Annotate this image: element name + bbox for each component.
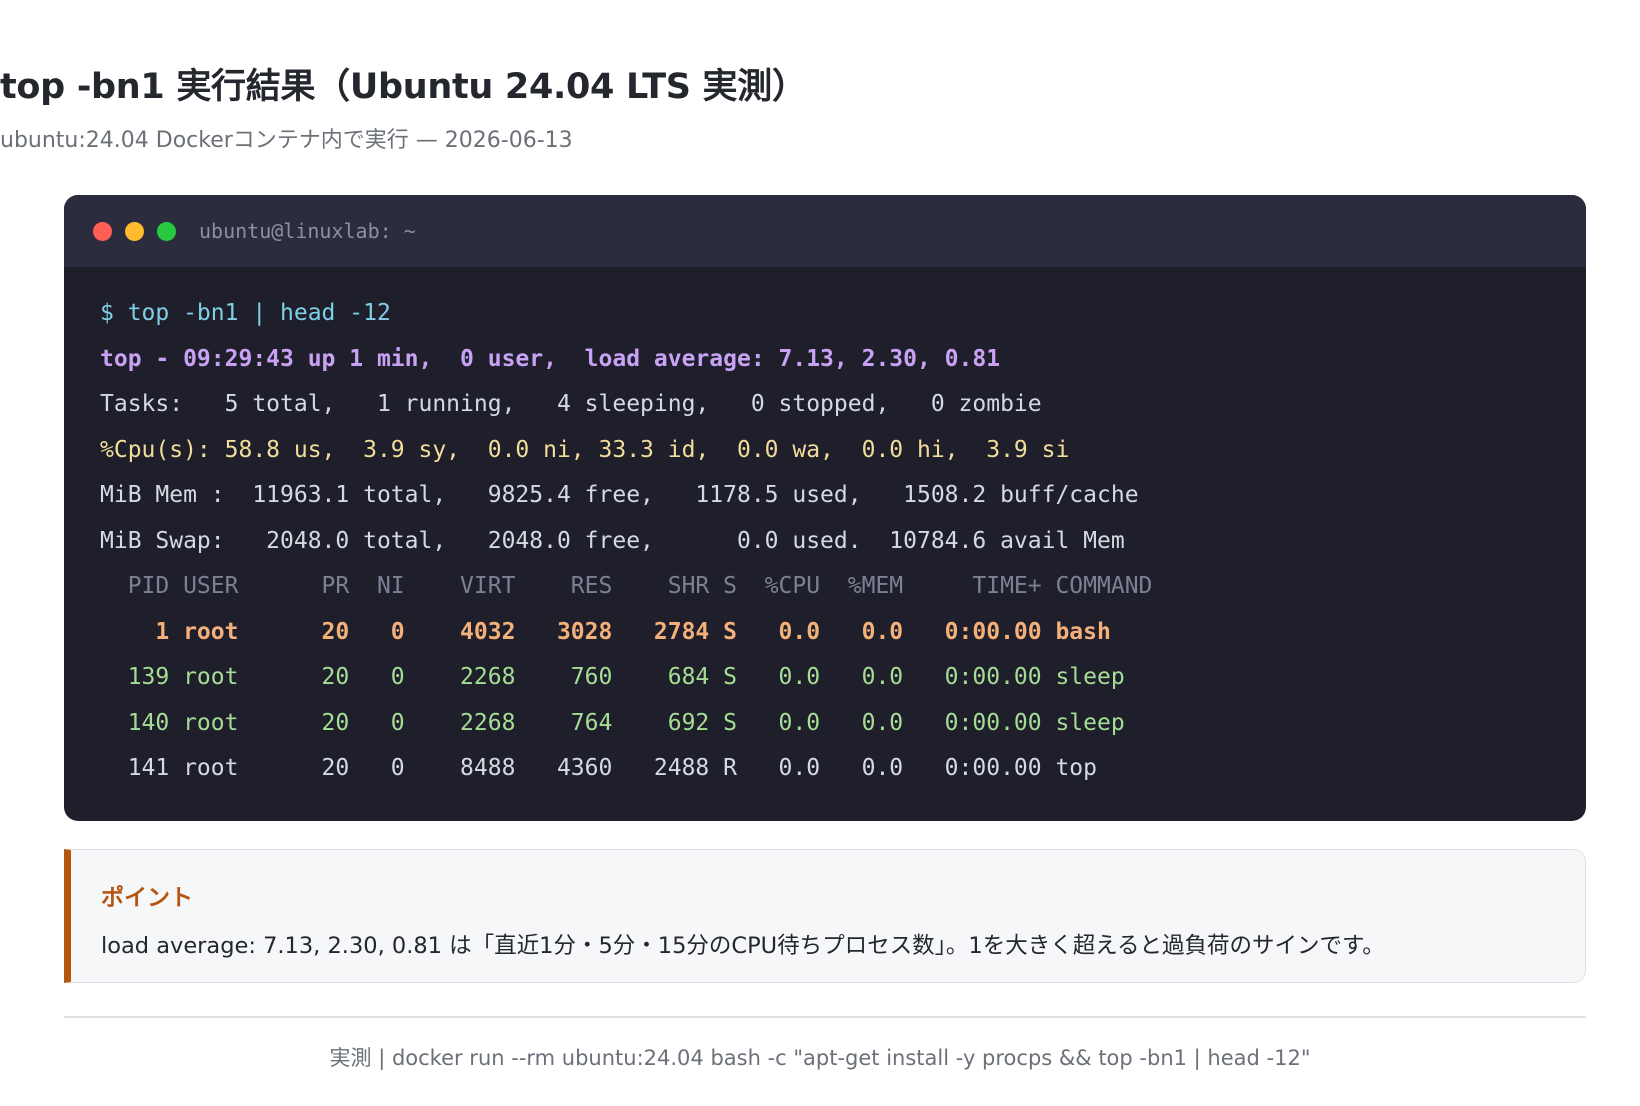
terminal-window-title: ubuntu@linuxlab: ~: [199, 219, 416, 243]
minimize-window-icon[interactable]: [125, 221, 144, 241]
memory-line: MiB Mem : 11963.1 total, 9825.4 free, 11…: [100, 482, 1139, 508]
process-row: 140 root 20 0 2268 764 692 S 0.0 0.0 0:0…: [100, 709, 1125, 736]
point-callout: ポイント load average: 7.13, 2.30, 0.81 は「直近…: [64, 849, 1586, 983]
maximize-window-icon[interactable]: [157, 221, 176, 241]
swap-line: MiB Swap: 2048.0 total, 2048.0 free, 0.0…: [100, 527, 1125, 554]
terminal-titlebar: ubuntu@linuxlab: ~: [64, 195, 1586, 267]
process-row: 139 root 20 0 2268 760 684 S 0.0 0.0 0:0…: [100, 664, 1125, 690]
uptime-summary-line: top - 09:29:43 up 1 min, 0 user, load av…: [100, 345, 1001, 372]
terminal-window[interactable]: ubuntu@linuxlab: ~ $ top -bn1 | head -12…: [64, 195, 1586, 821]
page-title: top -bn1 実行結果（Ubuntu 24.04 LTS 実測）: [0, 67, 807, 107]
point-title: ポイント: [101, 885, 193, 911]
footer-divider: [64, 1016, 1586, 1018]
close-window-icon[interactable]: [93, 221, 112, 241]
tasks-line: Tasks: 5 total, 1 running, 4 sleeping, 0…: [100, 391, 1042, 417]
page-subtitle: ubuntu:24.04 Dockerコンテナ内で実行 — 2026-06-13: [0, 128, 573, 153]
command-line: $ top -bn1 | head -12: [100, 300, 391, 326]
terminal-output[interactable]: $ top -bn1 | head -12 top - 09:29:43 up …: [100, 291, 1152, 792]
footer-note: 実測 | docker run --rm ubuntu:24.04 bash -…: [329, 1046, 1311, 1070]
process-row: 141 root 20 0 8488 4360 2488 R 0.0 0.0 0…: [100, 755, 1097, 781]
process-row: 1 root 20 0 4032 3028 2784 S 0.0 0.0 0:0…: [100, 618, 1111, 645]
cpu-line: %Cpu(s): 58.8 us, 3.9 sy, 0.0 ni, 33.3 i…: [100, 436, 1070, 463]
point-text: load average: 7.13, 2.30, 0.81 は「直近1分・5分…: [101, 933, 1385, 959]
process-table-header: PID USER PR NI VIRT RES SHR S %CPU %MEM …: [100, 573, 1153, 599]
